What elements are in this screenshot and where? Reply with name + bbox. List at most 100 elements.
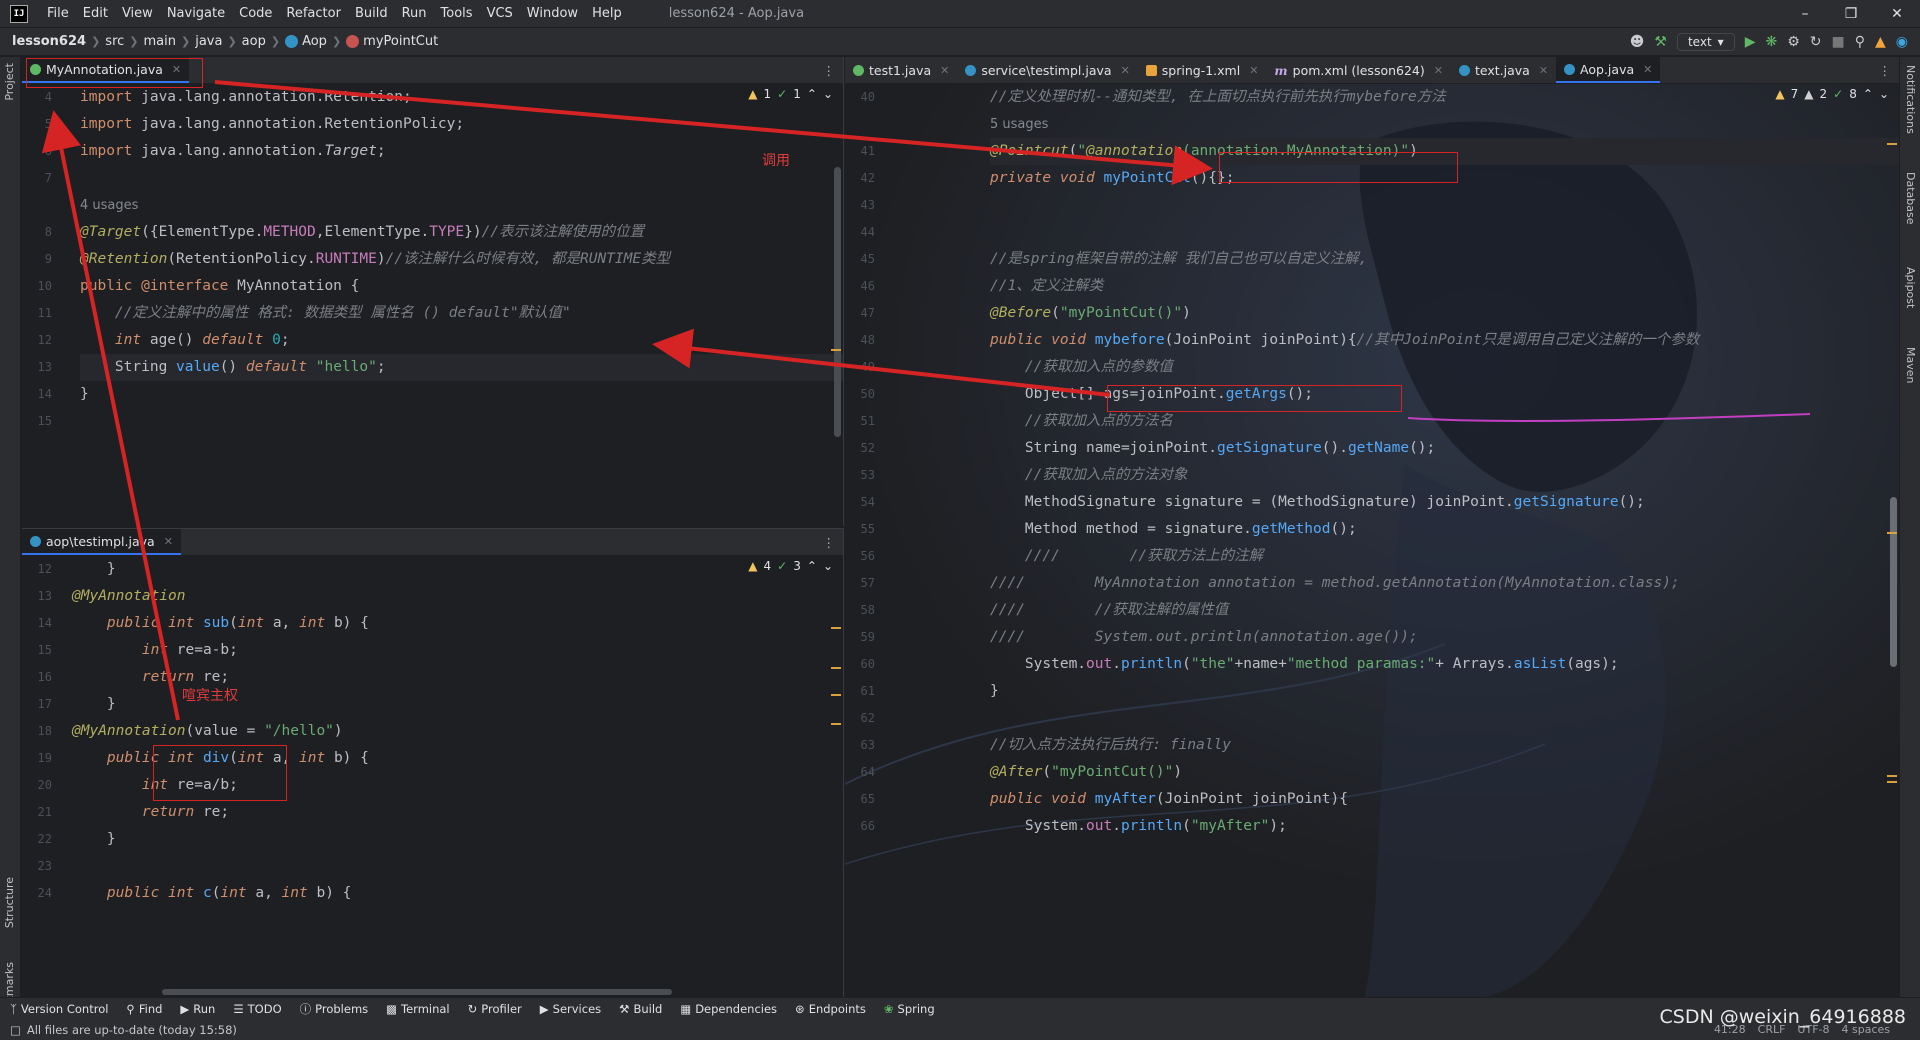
line-number: 13 — [37, 360, 52, 374]
code-area[interactable]: 12 } 13 @MyAnnotation 14 public int sub(int… — [22, 556, 843, 997]
version-control-button[interactable]: ᛉ Version Control — [10, 1002, 108, 1016]
run-button[interactable]: ▶ Run — [180, 1002, 215, 1016]
code-line: MethodSignature signature = (MethodSigna… — [990, 489, 1899, 516]
close-icon[interactable]: ✕ — [164, 535, 173, 548]
find-button[interactable]: ⚲ Find — [126, 1002, 162, 1016]
breadcrumb-aop[interactable]: aop — [237, 34, 271, 49]
tab-test1[interactable]: test1.java ✕ — [845, 57, 957, 83]
dependencies-icon: ▦ — [680, 1001, 692, 1016]
tab-service-testimpl[interactable]: service\testimpl.java ✕ — [957, 57, 1137, 83]
more-icon[interactable]: ⋮ — [815, 57, 844, 83]
menu-refactor[interactable]: Refactor — [279, 6, 348, 21]
menu-tools[interactable]: Tools — [434, 6, 480, 21]
menu-navigate[interactable]: Navigate — [160, 6, 232, 21]
code-token: println — [1120, 818, 1183, 834]
menu-edit[interactable]: Edit — [76, 6, 115, 21]
breadcrumb-main[interactable]: main — [139, 34, 181, 49]
code-token: //// //获取方法上的注解 — [1024, 548, 1264, 564]
notifications-tool-button[interactable]: Notifications — [1904, 65, 1917, 134]
chevron-right-icon: ❯ — [270, 35, 281, 48]
code-token: asList — [1513, 656, 1567, 672]
breadcrumb-project[interactable]: lesson624 — [0, 34, 91, 49]
profile-icon[interactable]: ↻ — [1810, 34, 1822, 50]
code-token: "myAfter" — [1190, 818, 1270, 834]
tab-pom[interactable]: m pom.xml (lesson624) ✕ — [1266, 57, 1451, 83]
coverage-icon[interactable]: ⚙ — [1787, 34, 1800, 50]
stop-icon[interactable]: ■ — [1832, 34, 1845, 50]
apipost-tool-button[interactable]: Apipost — [1904, 267, 1917, 308]
code-token: //获取加入点的方法对象 — [1024, 467, 1188, 483]
build-button[interactable]: ⚒ Build — [619, 1002, 662, 1016]
structure-tool-button[interactable]: Structure — [3, 877, 16, 928]
close-icon[interactable]: ✕ — [1249, 64, 1258, 77]
code-token: //是spring框架自带的注解 我们自己也可以自定义注解, — [990, 251, 1368, 267]
line-number: 54 — [860, 495, 875, 509]
tab-aop[interactable]: Aop.java ✕ — [1556, 57, 1661, 83]
menu-build[interactable]: Build — [348, 6, 395, 21]
breadcrumb-class[interactable]: Aop — [280, 34, 332, 49]
breadcrumb-java[interactable]: java — [190, 34, 227, 49]
project-tool-button[interactable]: Project — [3, 63, 16, 101]
close-icon[interactable]: ✕ — [1121, 64, 1130, 77]
menu-view[interactable]: View — [115, 6, 160, 21]
minimize-button[interactable]: – — [1782, 6, 1828, 22]
breadcrumb-src[interactable]: src — [100, 34, 129, 49]
problems-button[interactable]: ⓘ Problems — [300, 1001, 369, 1017]
close-icon[interactable]: ✕ — [1643, 63, 1652, 76]
code-token: 4 usages — [80, 198, 139, 213]
endpoints-button[interactable]: ⊛ Endpoints — [795, 1002, 866, 1016]
close-icon[interactable]: ✕ — [1434, 64, 1443, 77]
search-icon[interactable]: ⚲ — [1855, 34, 1865, 50]
menu-code[interactable]: Code — [232, 6, 279, 21]
code-area[interactable]: 4 import java.lang.annotation.Retention; 5… — [22, 84, 843, 526]
terminal-button[interactable]: ▩ Terminal — [386, 1002, 449, 1016]
dependencies-button[interactable]: ▦ Dependencies — [680, 1002, 777, 1016]
breadcrumb-method[interactable]: myPointCut — [341, 34, 443, 49]
play-icon: ▶ — [180, 1001, 190, 1016]
menu-run[interactable]: Run — [395, 6, 434, 21]
spring-button[interactable]: ❀ Spring — [884, 1002, 935, 1016]
code-token: public void — [990, 791, 1095, 807]
profiler-button[interactable]: ↻ Profiler — [468, 1002, 522, 1016]
more-icon[interactable]: ⋮ — [1871, 57, 1900, 83]
debug-icon[interactable]: ❋ — [1765, 34, 1777, 50]
tab-spring-xml[interactable]: spring-1.xml ✕ — [1138, 57, 1267, 83]
code-token: private void — [990, 170, 1104, 186]
line-number: 13 — [37, 589, 52, 603]
line-number: 52 — [860, 441, 875, 455]
run-icon[interactable]: ▶ — [1745, 34, 1756, 50]
horizontal-scrollbar[interactable] — [162, 989, 672, 995]
code-line: //获取加入点的方法名 — [990, 408, 1899, 435]
todo-button[interactable]: ☰ TODO — [233, 1002, 281, 1016]
plugin-icon[interactable]: ◉ — [1896, 34, 1908, 50]
run-config-select[interactable]: text ▾ — [1676, 32, 1735, 51]
user-icon[interactable]: ☻ — [1630, 34, 1645, 50]
database-tool-button[interactable]: Database — [1904, 172, 1917, 225]
code-token: myPointCut — [1103, 170, 1191, 186]
vertical-scrollbar[interactable] — [1890, 497, 1897, 667]
line-number: 16 — [37, 670, 52, 684]
code-token: (value = — [185, 723, 265, 739]
hammer-icon[interactable]: ⚒ — [1654, 34, 1667, 50]
code-token: TYPE — [429, 224, 465, 240]
menu-vcs[interactable]: VCS — [480, 6, 520, 21]
close-window-button[interactable]: ✕ — [1874, 6, 1920, 22]
code-area[interactable]: 40 //定义处理时机--通知类型, 在上面切点执行前先执行mybefore方法 5… — [845, 84, 1899, 997]
menu-file[interactable]: File — [40, 6, 76, 21]
menu-help[interactable]: Help — [585, 6, 629, 21]
update-icon[interactable]: ▲ — [1875, 34, 1886, 50]
tab-testimpl[interactable]: aop\testimpl.java ✕ — [22, 529, 181, 555]
close-icon[interactable]: ✕ — [1539, 64, 1548, 77]
services-button[interactable]: ▶ Services — [540, 1002, 601, 1016]
maven-tool-button[interactable]: Maven — [1904, 347, 1917, 383]
restore-button[interactable]: ❐ — [1828, 6, 1874, 22]
close-icon[interactable]: ✕ — [940, 64, 949, 77]
tab-text[interactable]: text.java ✕ — [1451, 57, 1556, 83]
code-token: 5 usages — [990, 117, 1049, 132]
vertical-scrollbar[interactable] — [834, 167, 841, 437]
code-token: return — [141, 669, 203, 685]
more-icon[interactable]: ⋮ — [815, 529, 844, 555]
menu-window[interactable]: Window — [520, 6, 585, 21]
